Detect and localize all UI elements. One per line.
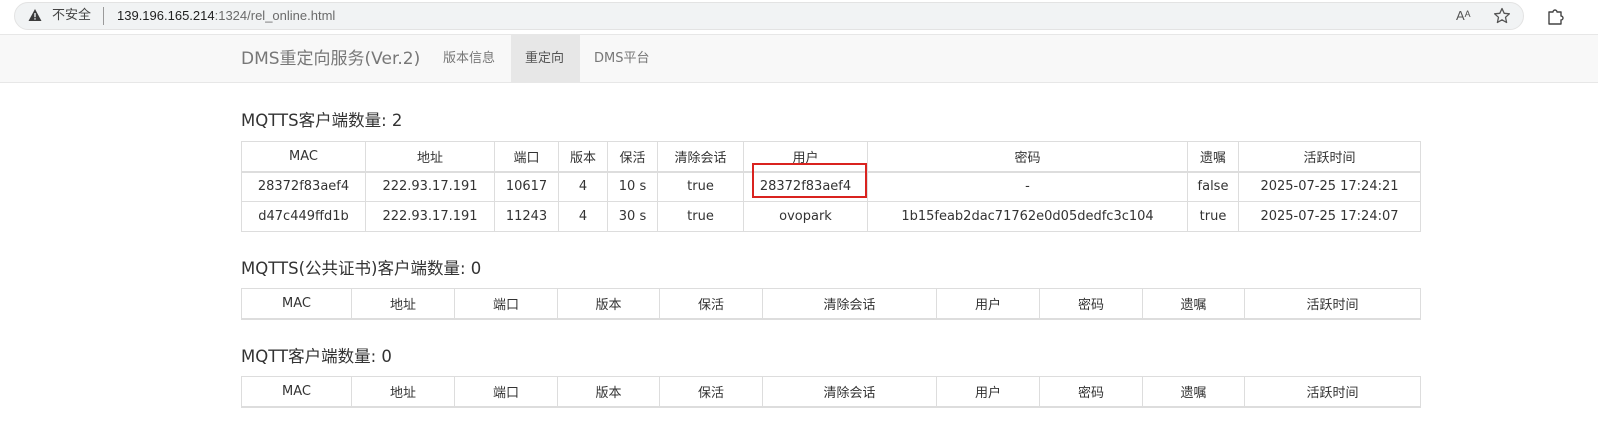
col-will: 遗嘱 [1142,376,1245,408]
col-keepalive: 保活 [659,288,763,320]
table-header-row: MAC 地址 端口 版本 保活 清除会话 用户 密码 遗嘱 活跃时间 [241,376,1421,408]
mqtts-public-section-title: MQTTS(公共证书)客户端数量: 0 [241,259,482,278]
col-active-time: 活跃时间 [1244,376,1421,408]
cell-address: 222.93.17.191 [365,201,495,232]
col-port: 端口 [454,376,558,408]
extensions-icon[interactable] [1545,6,1565,26]
col-mac: MAC [241,141,366,173]
url-path: :1324/rel_online.html [214,8,336,23]
table-row: 28372f83aef4 222.93.17.191 10617 4 10 s … [241,171,1421,202]
nav-version-info[interactable]: 版本信息 [429,35,509,82]
cell-version: 4 [558,171,608,202]
url-text[interactable]: 139.196.165.214:1324/rel_online.html [117,8,335,24]
col-user: 用户 [936,376,1040,408]
read-aloud-icon[interactable]: Aᴬ [1456,8,1474,24]
col-will: 遗嘱 [1187,141,1239,173]
not-secure-label[interactable]: 不安全 [52,8,91,24]
browser-address-bar: 不安全 139.196.165.214:1324/rel_online.html… [0,0,1598,34]
cell-address: 222.93.17.191 [365,171,495,202]
nav-redirect[interactable]: 重定向 [511,35,580,82]
col-mac: MAC [241,288,352,320]
url-separator [103,7,104,25]
brand-title[interactable]: DMS重定向服务(Ver.2) [241,49,420,69]
table-header-row: MAC 地址 端口 版本 保活 清除会话 用户 密码 遗嘱 活跃时间 [241,288,1421,320]
favorite-star-icon[interactable] [1493,7,1511,25]
cell-mac: 28372f83aef4 [241,171,366,202]
col-will: 遗嘱 [1142,288,1245,320]
cell-clean-session: true [657,171,744,202]
col-active-time: 活跃时间 [1238,141,1421,173]
cell-active-time: 2025-07-25 17:24:21 [1238,171,1421,202]
cell-will: true [1187,201,1239,232]
col-version: 版本 [558,141,608,173]
cell-active-time: 2025-07-25 17:24:07 [1238,201,1421,232]
url-host: 139.196.165.214 [117,8,215,23]
col-clean-session: 清除会话 [762,288,937,320]
col-user: 用户 [743,141,868,173]
col-keepalive: 保活 [607,141,658,173]
col-version: 版本 [557,376,660,408]
col-port: 端口 [494,141,559,173]
col-password: 密码 [1039,376,1143,408]
cell-port: 11243 [494,201,559,232]
mqtt-clients-table: MAC 地址 端口 版本 保活 清除会话 用户 密码 遗嘱 活跃时间 [241,376,1421,408]
col-clean-session: 清除会话 [762,376,937,408]
cell-mac: d47c449ffd1b [241,201,366,232]
cell-clean-session: true [657,201,744,232]
cell-password: - [867,171,1188,202]
table-row: d47c449ffd1b 222.93.17.191 11243 4 30 s … [241,201,1421,232]
mqtts-clients-table: MAC 地址 端口 版本 保活 清除会话 用户 密码 遗嘱 活跃时间 28372… [241,141,1421,232]
col-keepalive: 保活 [659,376,763,408]
nav-dms-platform[interactable]: DMS平台 [580,35,663,82]
col-address: 地址 [365,141,495,173]
col-mac: MAC [241,376,352,408]
col-port: 端口 [454,288,558,320]
col-clean-session: 清除会话 [657,141,744,173]
top-navbar: DMS重定向服务(Ver.2) 版本信息 重定向 DMS平台 [0,34,1598,83]
cell-user: 28372f83aef4 [743,171,868,202]
cell-will: false [1187,171,1239,202]
mqtt-section-title: MQTT客户端数量: 0 [241,347,392,366]
mqtts-public-clients-table: MAC 地址 端口 版本 保活 清除会话 用户 密码 遗嘱 活跃时间 [241,288,1421,320]
cell-password: 1b15feab2dac71762e0d05dedfc3c104 [867,201,1188,232]
col-password: 密码 [867,141,1188,173]
cell-user: ovopark [743,201,868,232]
mqtts-section-title: MQTTS客户端数量: 2 [241,111,403,130]
cell-version: 4 [558,201,608,232]
col-version: 版本 [557,288,660,320]
cell-keepalive: 30 s [607,201,658,232]
col-password: 密码 [1039,288,1143,320]
col-address: 地址 [351,288,455,320]
table-header-row: MAC 地址 端口 版本 保活 清除会话 用户 密码 遗嘱 活跃时间 [241,141,1421,173]
cell-port: 10617 [494,171,559,202]
col-user: 用户 [936,288,1040,320]
cell-keepalive: 10 s [607,171,658,202]
warning-icon[interactable] [28,8,42,22]
col-address: 地址 [351,376,455,408]
col-active-time: 活跃时间 [1244,288,1421,320]
